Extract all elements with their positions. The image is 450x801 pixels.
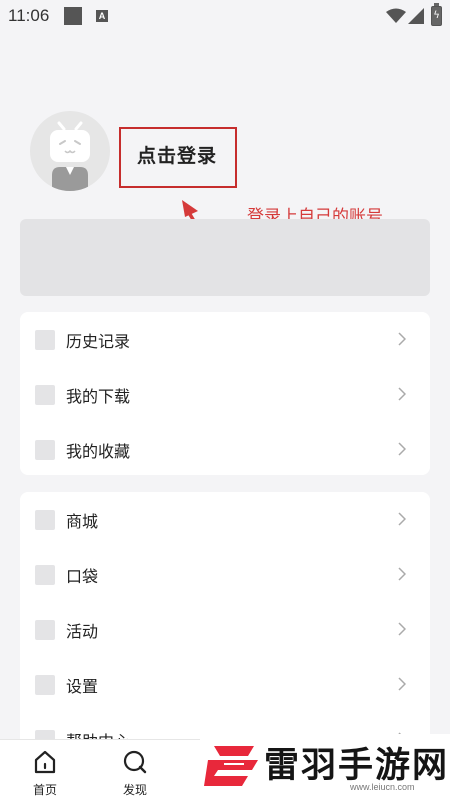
menu-card-secondary: 商城 口袋 活动 设置 帮助中心 [20, 492, 430, 752]
chevron-right-icon [398, 442, 406, 456]
menu-item-pocket[interactable]: 口袋 [20, 547, 430, 602]
menu-item-label: 活动 [66, 622, 99, 641]
chevron-right-icon [398, 567, 406, 581]
banner-placeholder[interactable] [20, 219, 430, 296]
history-icon [35, 330, 55, 350]
chevron-right-icon [398, 332, 406, 346]
menu-item-label: 我的收藏 [66, 442, 131, 461]
chevron-right-icon [398, 512, 406, 526]
status-bar: 11:06 A ϟ [0, 0, 450, 32]
watermark: 雷羽手游网 www.leiucn.com [200, 734, 450, 800]
download-icon [35, 385, 55, 405]
store-icon [35, 510, 55, 530]
avatar[interactable] [30, 111, 110, 191]
watermark-url: www.leiucn.com [350, 782, 415, 792]
nav-tab-home[interactable]: 首页 [10, 740, 80, 801]
menu-item-settings[interactable]: 设置 [20, 657, 430, 712]
pocket-icon [35, 565, 55, 585]
menu-item-label: 历史记录 [66, 332, 131, 351]
menu-item-activity[interactable]: 活动 [20, 602, 430, 657]
menu-item-downloads[interactable]: 我的下载 [20, 367, 430, 422]
watermark-logo-icon [204, 746, 258, 786]
watermark-title: 雷羽手游网 [264, 746, 450, 786]
notification-square-icon [64, 7, 82, 25]
menu-card-primary: 历史记录 我的下载 我的收藏 [20, 312, 430, 475]
settings-icon [35, 675, 55, 695]
home-icon [34, 750, 56, 774]
menu-item-favorites[interactable]: 我的收藏 [20, 422, 430, 475]
activity-icon [35, 620, 55, 640]
menu-item-label: 商城 [66, 512, 99, 531]
tv-mascot-icon [50, 121, 90, 191]
status-time: 11:06 [8, 6, 50, 25]
menu-item-store[interactable]: 商城 [20, 492, 430, 547]
menu-item-history[interactable]: 历史记录 [20, 312, 430, 367]
keyboard-a-icon: A [96, 10, 108, 22]
nav-tab-discover[interactable]: 发现 [100, 740, 170, 801]
login-button[interactable]: 点击登录 [137, 141, 217, 168]
nav-tab-label: 首页 [32, 783, 57, 797]
chevron-right-icon [398, 387, 406, 401]
favorite-icon [35, 440, 55, 460]
menu-item-label: 我的下载 [66, 387, 131, 406]
wifi-icon [386, 8, 406, 23]
battery-icon: ϟ [431, 3, 442, 26]
menu-item-label: 设置 [66, 677, 99, 696]
menu-item-label: 口袋 [66, 567, 99, 586]
signal-icon [408, 8, 424, 24]
chevron-right-icon [398, 677, 406, 691]
discover-icon [123, 750, 147, 774]
nav-tab-label: 发现 [122, 783, 147, 797]
chevron-right-icon [398, 622, 406, 636]
